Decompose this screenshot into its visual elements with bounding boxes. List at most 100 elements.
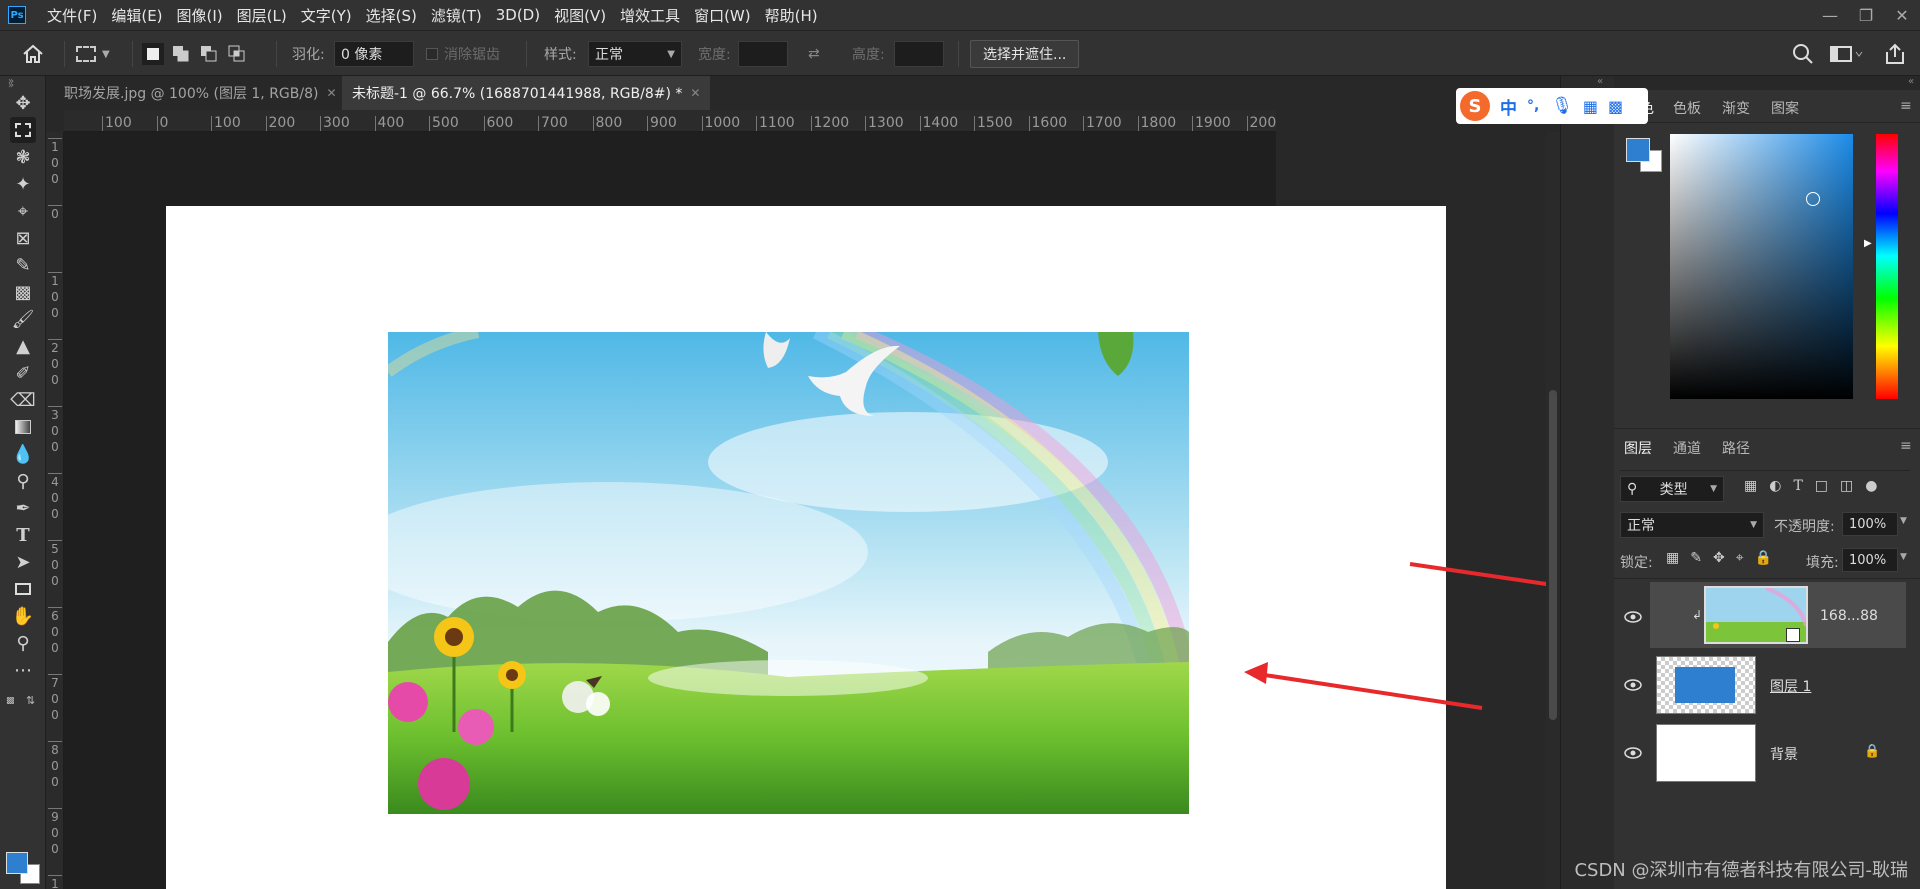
search-icon[interactable] [1792, 31, 1814, 77]
layer-name[interactable]: 图层 1 [1770, 676, 1811, 696]
keyboard-icon[interactable]: ▦ [1583, 97, 1598, 116]
eye-icon[interactable] [1624, 610, 1642, 624]
swap-colors-icon[interactable]: ⇅ [26, 694, 35, 707]
subtract-selection-icon[interactable] [198, 43, 220, 65]
add-selection-icon[interactable] [170, 43, 192, 65]
move-tool-icon[interactable]: ✥ [10, 90, 36, 116]
brush-tool-icon[interactable]: 🖌 [10, 306, 36, 332]
fill-input[interactable]: 100% [1842, 548, 1898, 572]
blur-tool-icon[interactable]: 💧 [10, 441, 36, 467]
close-icon[interactable]: ✕ [326, 86, 336, 100]
workspace-icon[interactable] [1830, 31, 1864, 77]
pen-tool-icon[interactable]: ✒ [10, 495, 36, 521]
height-input[interactable] [894, 41, 944, 67]
menu-window[interactable]: 窗口(W) [687, 5, 758, 26]
minimize-button[interactable]: — [1812, 0, 1848, 30]
menu-filter[interactable]: 滤镜(T) [424, 5, 489, 26]
menu-help[interactable]: 帮助(H) [758, 5, 825, 26]
style-select[interactable]: 正常 ▼ [588, 41, 682, 67]
history-brush-tool-icon[interactable]: ✐ [10, 360, 36, 386]
foreground-color-swatch[interactable] [1626, 138, 1650, 162]
menu-3d[interactable]: 3D(D) [489, 6, 547, 24]
adjustment-filter-icon[interactable]: ◐ [1769, 478, 1781, 494]
tab-career-development[interactable]: 职场发展.jpg @ 100% (图层 1, RGB/8) ✕ [54, 76, 347, 110]
type-tool-icon[interactable]: T [10, 522, 36, 548]
layer-filter-select[interactable]: ⚲ 类型 ▼ [1620, 476, 1724, 502]
eraser-tool-icon[interactable]: ⌫ [10, 387, 36, 413]
gradient-tool-icon[interactable] [10, 414, 36, 440]
foreground-color-swatch[interactable] [6, 852, 28, 874]
dodge-tool-icon[interactable]: ⚲ [10, 468, 36, 494]
color-picker-field[interactable] [1670, 134, 1853, 399]
lock-image-icon[interactable]: ✎ [1690, 550, 1702, 566]
opacity-input[interactable]: 100% [1842, 512, 1898, 536]
zoom-tool-icon[interactable]: ⚲ [10, 630, 36, 656]
layer-name[interactable]: 背景 [1770, 744, 1798, 764]
feather-input[interactable]: 0 像素 [334, 41, 414, 67]
clone-stamp-tool-icon[interactable]: ▲ [10, 333, 36, 359]
hue-slider-handle[interactable]: ▶ [1864, 238, 1872, 249]
rectangle-tool-icon[interactable] [10, 576, 36, 602]
layer-name[interactable]: 168...88 [1820, 608, 1878, 624]
more-tools-icon[interactable]: ⋯ [10, 657, 36, 683]
crop-tool-icon[interactable]: ⌖ [10, 198, 36, 224]
sogou-logo[interactable]: S [1460, 91, 1490, 121]
toolbox-grid-icon[interactable]: ▩ [1608, 97, 1623, 116]
tab-channels[interactable]: 通道 [1673, 438, 1701, 458]
lasso-tool-icon[interactable]: ❃ [10, 144, 36, 170]
layer-thumbnail[interactable] [1656, 656, 1756, 714]
scrollbar-thumb[interactable] [1549, 390, 1557, 720]
width-input[interactable] [738, 41, 788, 67]
select-and-mask-button[interactable]: 选择并遮住... [970, 40, 1080, 68]
path-selection-tool-icon[interactable]: ➤ [10, 549, 36, 575]
collapse-arrows-icon[interactable]: « [1908, 76, 1914, 87]
image-filter-icon[interactable]: ▦ [1744, 478, 1757, 494]
magic-wand-tool-icon[interactable]: ✦ [10, 171, 36, 197]
menu-edit[interactable]: 编辑(E) [104, 5, 169, 26]
antialias-checkbox[interactable]: 消除锯齿 [426, 31, 500, 77]
tab-patterns[interactable]: 图案 [1771, 98, 1799, 118]
marquee-preset-icon[interactable]: ▼ [76, 31, 110, 77]
intersect-selection-icon[interactable] [226, 43, 248, 65]
landscape-image-layer[interactable] [388, 332, 1189, 814]
healing-brush-tool-icon[interactable]: ▩ [10, 279, 36, 305]
type-filter-icon[interactable]: T [1793, 478, 1802, 494]
rectangular-marquee-tool-icon[interactable] [10, 117, 36, 143]
panel-menu-icon[interactable]: ≡ [1900, 438, 1912, 454]
share-icon[interactable] [1884, 31, 1906, 77]
eye-icon[interactable] [1624, 678, 1642, 692]
close-window-button[interactable]: ✕ [1884, 0, 1920, 30]
new-selection-icon[interactable] [142, 43, 164, 65]
ime-punct[interactable]: °, [1527, 98, 1539, 114]
menu-layer[interactable]: 图层(L) [230, 5, 294, 26]
microphone-icon[interactable]: 🎙 [1551, 96, 1573, 116]
chevron-down-icon[interactable]: ▼ [1900, 516, 1907, 526]
menu-view[interactable]: 视图(V) [547, 5, 613, 26]
menu-file[interactable]: 文件(F) [40, 5, 104, 26]
filter-toggle-icon[interactable]: ● [1865, 478, 1877, 494]
tab-swatches[interactable]: 色板 [1673, 98, 1701, 118]
blend-mode-select[interactable]: 正常 ▼ [1620, 512, 1764, 538]
collapse-arrows-icon[interactable]: « [1597, 76, 1603, 87]
shape-filter-icon[interactable]: □ [1815, 478, 1828, 494]
lock-artboard-icon[interactable]: ⌖ [1736, 550, 1744, 566]
panel-menu-icon[interactable]: ≡ [1900, 98, 1912, 114]
hue-slider[interactable] [1876, 134, 1898, 399]
chevron-down-icon[interactable]: ▼ [1900, 552, 1907, 562]
color-picker-cursor[interactable] [1806, 192, 1820, 206]
tab-layers[interactable]: 图层 [1624, 438, 1652, 458]
lock-transparent-icon[interactable]: ▦ [1666, 550, 1679, 566]
hand-tool-icon[interactable]: ✋ [10, 603, 36, 629]
tab-paths[interactable]: 路径 [1722, 438, 1750, 458]
tab-untitled-1[interactable]: 未标题-1 @ 66.7% (1688701441988, RGB/8#) * … [342, 76, 711, 110]
tab-gradients[interactable]: 渐变 [1722, 98, 1750, 118]
collapse-arrows-icon[interactable]: » [8, 76, 14, 87]
eyedropper-tool-icon[interactable]: ✎ [10, 252, 36, 278]
smart-object-filter-icon[interactable]: ◫ [1840, 478, 1853, 494]
lock-position-icon[interactable]: ✥ [1713, 550, 1725, 566]
menu-type[interactable]: 文字(Y) [294, 5, 359, 26]
eye-icon[interactable] [1624, 746, 1642, 760]
ime-mode[interactable]: 中 [1500, 94, 1517, 119]
close-icon[interactable]: ✕ [690, 86, 700, 100]
lock-all-icon[interactable]: 🔒 [1755, 550, 1772, 566]
